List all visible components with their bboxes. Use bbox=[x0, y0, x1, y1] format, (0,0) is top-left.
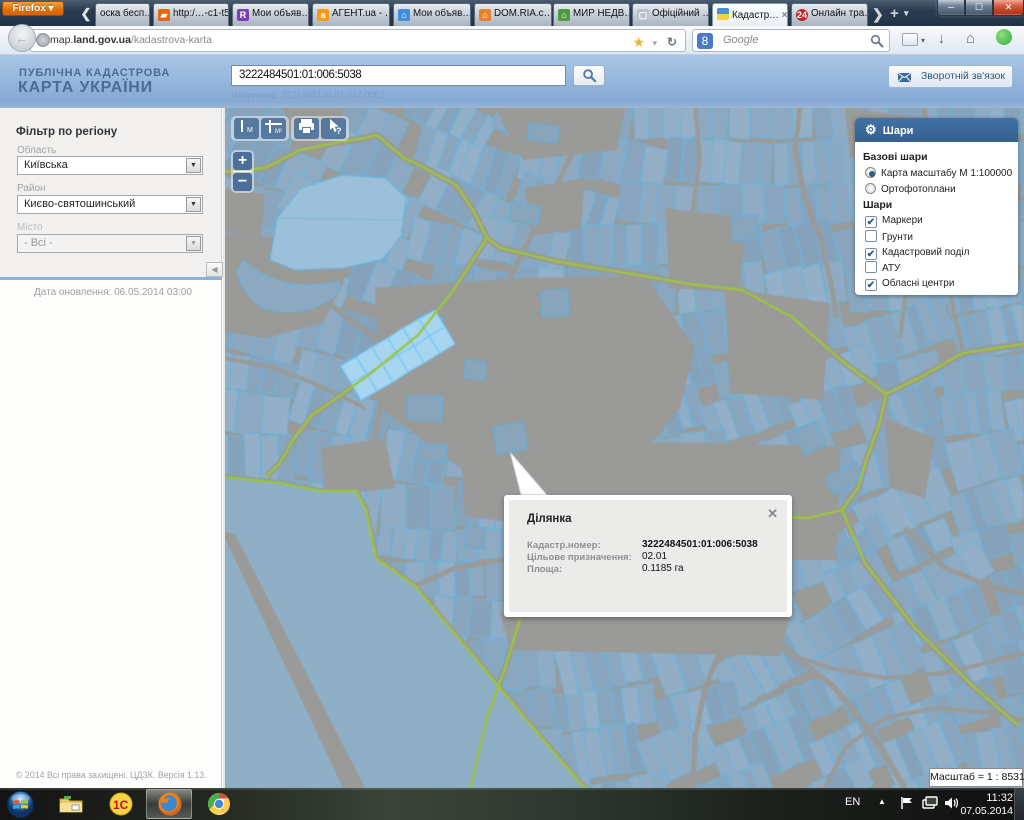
svg-text:М: М bbox=[247, 127, 253, 134]
svg-text:?: ? bbox=[336, 126, 342, 135]
svg-text:М²: М² bbox=[275, 129, 282, 135]
svg-text:1С: 1С bbox=[113, 798, 129, 812]
